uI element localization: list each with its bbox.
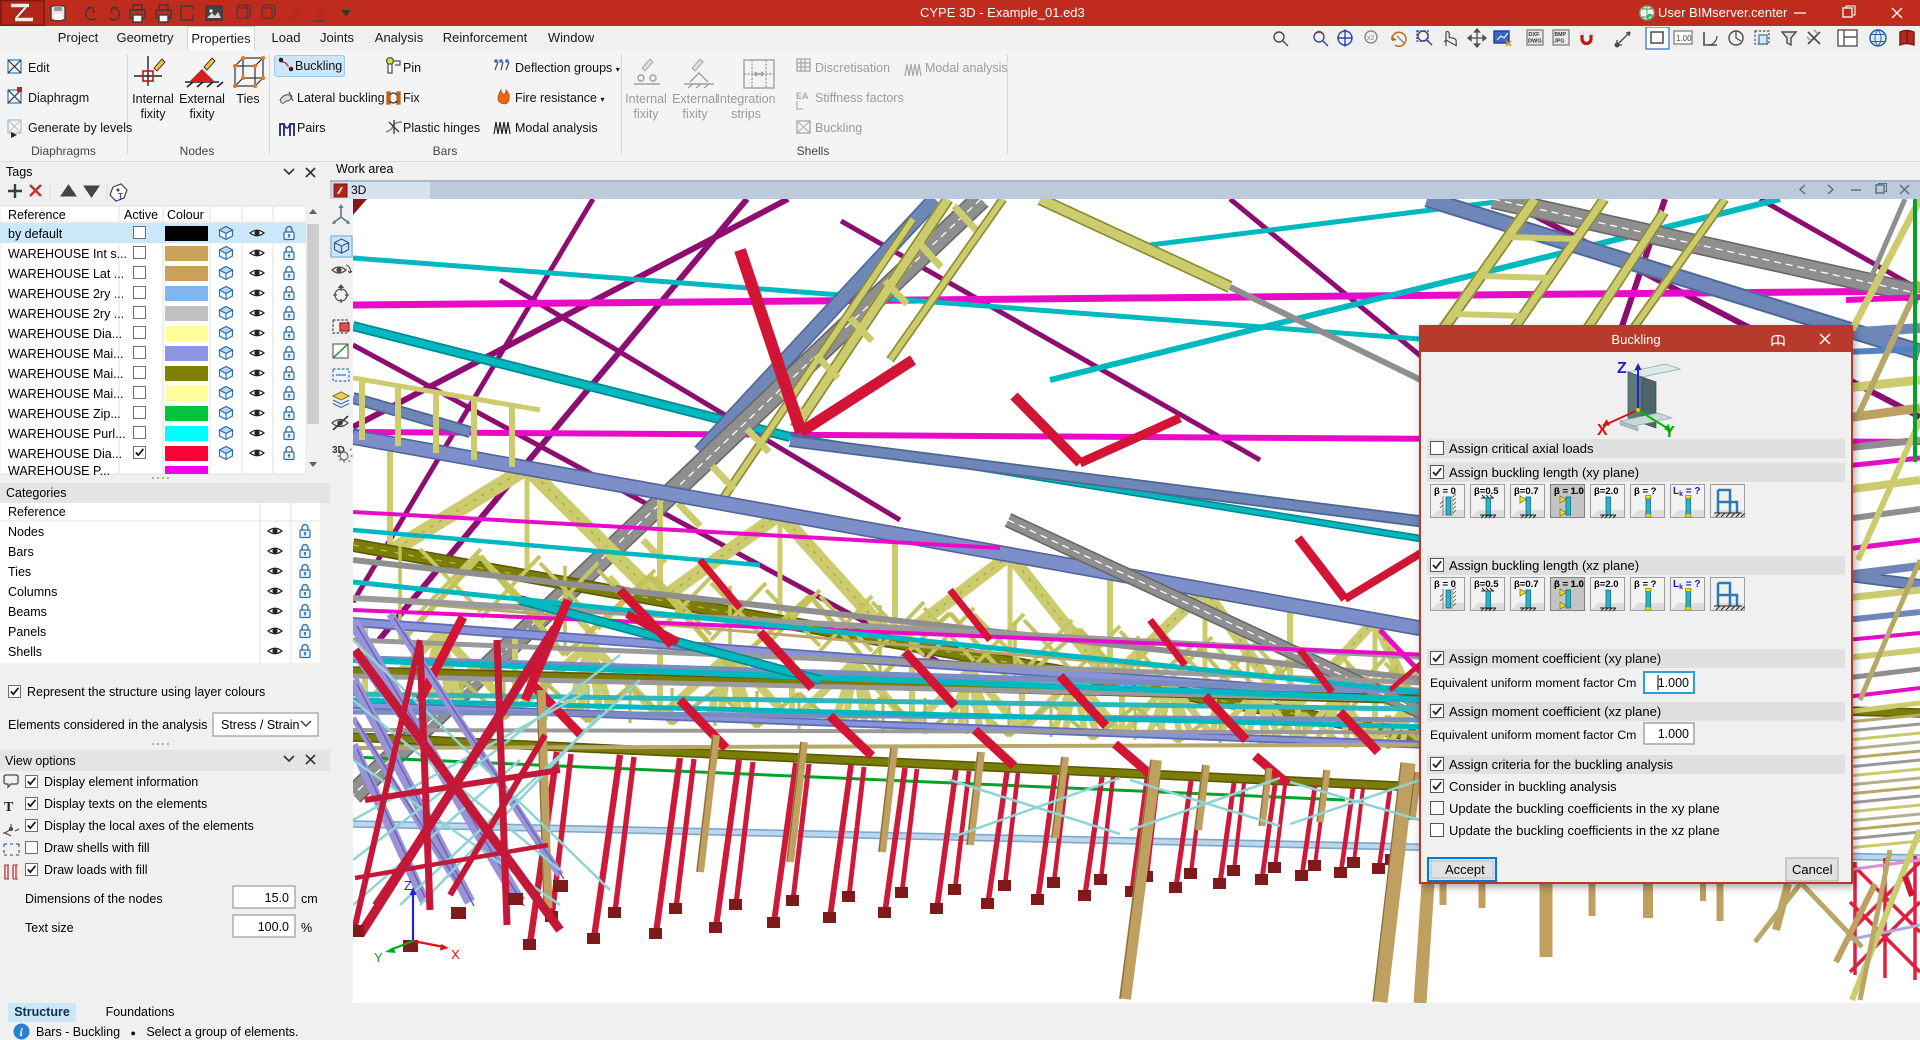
- svg-text:BMP: BMP: [1554, 32, 1566, 38]
- svg-text:Reference: Reference: [8, 208, 66, 222]
- svg-text:WAREHOUSE Purl...: WAREHOUSE Purl...: [8, 427, 126, 441]
- svg-text:T: T: [4, 800, 14, 815]
- svg-text:Text size: Text size: [25, 921, 74, 935]
- svg-text:Ties: Ties: [8, 565, 31, 579]
- svg-text:Assign moment coefficient (xy: Assign moment coefficient (xy plane): [1449, 651, 1661, 666]
- svg-text:DWG: DWG: [1528, 39, 1542, 45]
- svg-text:Update the buckling coefficien: Update the buckling coefficients in the …: [1449, 823, 1720, 838]
- svg-text:WAREHOUSE P...: WAREHOUSE P...: [8, 464, 110, 478]
- svg-text:by default: by default: [8, 227, 63, 241]
- svg-text:Cancel: Cancel: [1792, 862, 1833, 877]
- svg-text:Display the local axes of the: Display the local axes of the elements: [44, 819, 254, 833]
- svg-text:β = 1.0: β = 1.0: [1554, 579, 1584, 590]
- svg-text:Assign moment coefficient (xz: Assign moment coefficient (xz plane): [1449, 704, 1661, 719]
- svg-text:Consider in buckling analysis: Consider in buckling analysis: [1449, 779, 1617, 794]
- svg-text:Colour: Colour: [167, 208, 204, 222]
- svg-text:Assign buckling length (xz pla: Assign buckling length (xz plane): [1449, 558, 1639, 573]
- svg-text:WAREHOUSE Zip...: WAREHOUSE Zip...: [8, 407, 121, 421]
- svg-text:Accept: Accept: [1445, 862, 1485, 877]
- svg-text:Represent the structure using: Represent the structure using layer colo…: [27, 685, 265, 699]
- svg-text:Dimensions of the nodes: Dimensions of the nodes: [25, 892, 163, 906]
- svg-text:β = 0: β = 0: [1434, 486, 1456, 497]
- svg-text:cm: cm: [301, 892, 318, 906]
- svg-text:WAREHOUSE 2ry ...: WAREHOUSE 2ry ...: [8, 307, 124, 321]
- svg-text:Elements considered in the ana: Elements considered in the analysis: [8, 718, 207, 732]
- svg-text:β = 1.0: β = 1.0: [1554, 486, 1584, 497]
- svg-text:Z: Z: [1617, 360, 1627, 377]
- svg-text:Display texts on the elements: Display texts on the elements: [44, 797, 207, 811]
- svg-text:x2: x2: [1367, 35, 1375, 42]
- svg-text:β=0.7: β=0.7: [1514, 579, 1539, 590]
- svg-text:Shells: Shells: [8, 645, 42, 659]
- svg-text:β=2.0: β=2.0: [1594, 486, 1619, 497]
- svg-text:1.000: 1.000: [1658, 727, 1689, 741]
- svg-text:%: %: [301, 921, 312, 935]
- svg-text:β=0.7: β=0.7: [1514, 486, 1539, 497]
- svg-text:1.00: 1.00: [1676, 34, 1692, 43]
- svg-text:JPG: JPG: [1554, 39, 1564, 45]
- svg-text:EA: EA: [796, 91, 809, 101]
- svg-text:Buckling: Buckling: [1611, 332, 1660, 347]
- svg-text:Y: Y: [1664, 424, 1675, 441]
- svg-text:3D: 3D: [332, 445, 345, 456]
- svg-text:Categories: Categories: [6, 486, 66, 500]
- svg-text:WAREHOUSE Lat ...: WAREHOUSE Lat ...: [8, 267, 124, 281]
- svg-text:Tags: Tags: [6, 165, 32, 179]
- svg-text:β = 0: β = 0: [1434, 579, 1456, 590]
- svg-text:Reference: Reference: [8, 505, 66, 519]
- svg-text:Beams: Beams: [8, 605, 47, 619]
- svg-text:Equivalent uniform moment fact: Equivalent uniform moment factor Cm: [1430, 676, 1636, 690]
- svg-text:15.0: 15.0: [265, 891, 289, 905]
- svg-text:3D: 3D: [351, 183, 367, 197]
- svg-text:Draw loads with fill: Draw loads with fill: [44, 863, 148, 877]
- svg-text:β=2.0: β=2.0: [1594, 579, 1619, 590]
- svg-text:Update the buckling coefficien: Update the buckling coefficients in the …: [1449, 801, 1720, 816]
- svg-text:1.000: 1.000: [1658, 676, 1689, 690]
- svg-text:Display element information: Display element information: [44, 775, 198, 789]
- svg-text:View options: View options: [5, 754, 76, 768]
- svg-text:100.0: 100.0: [258, 920, 289, 934]
- svg-text:Equivalent uniform moment fact: Equivalent uniform moment factor Cm: [1430, 728, 1636, 742]
- svg-text:WAREHOUSE Mai...: WAREHOUSE Mai...: [8, 387, 124, 401]
- svg-text:Bars: Bars: [8, 545, 34, 559]
- svg-text:WAREHOUSE Mai...: WAREHOUSE Mai...: [8, 347, 124, 361]
- svg-text:Draw shells with fill: Draw shells with fill: [44, 841, 150, 855]
- svg-text:Nodes: Nodes: [8, 525, 44, 539]
- svg-text:WAREHOUSE 2ry ...: WAREHOUSE 2ry ...: [8, 287, 124, 301]
- svg-text:Z: Z: [404, 878, 412, 893]
- svg-text:X: X: [451, 947, 460, 962]
- svg-text:Active: Active: [124, 208, 158, 222]
- svg-text:WAREHOUSE Mai...: WAREHOUSE Mai...: [8, 367, 124, 381]
- svg-text:WAREHOUSE Dia...: WAREHOUSE Dia...: [8, 327, 122, 341]
- svg-text:Columns: Columns: [8, 585, 57, 599]
- svg-text:Assign buckling length (xy pla: Assign buckling length (xy plane): [1449, 465, 1639, 480]
- svg-text:Stress / Strain: Stress / Strain: [221, 718, 300, 732]
- svg-text:WAREHOUSE Dia...: WAREHOUSE Dia...: [8, 447, 122, 461]
- svg-text:Assign criteria for the buckli: Assign criteria for the buckling analysi…: [1449, 757, 1673, 772]
- svg-text:DXF: DXF: [1528, 32, 1540, 38]
- svg-text:T: T: [118, 192, 123, 201]
- svg-text:Y: Y: [374, 950, 383, 965]
- svg-text:WAREHOUSE Int s...: WAREHOUSE Int s...: [8, 247, 127, 261]
- svg-text:Assign critical axial loads: Assign critical axial loads: [1449, 441, 1594, 456]
- svg-text:Panels: Panels: [8, 625, 46, 639]
- svg-text:X: X: [1597, 422, 1608, 439]
